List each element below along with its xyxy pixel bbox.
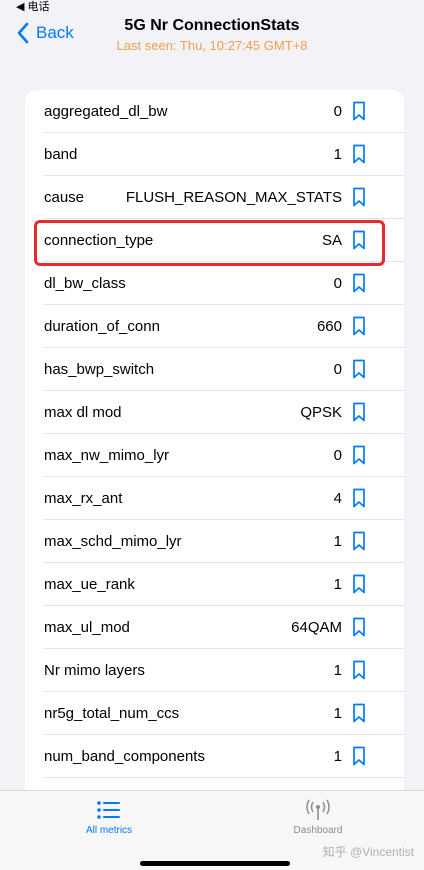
metric-value: QPSK [300, 404, 342, 421]
status-bar: ◀ 电话 [0, 0, 424, 14]
metric-value: 1 [333, 662, 342, 679]
metric-row[interactable]: num_band_components 1 [25, 735, 404, 778]
row-divider [44, 777, 404, 778]
metric-label: max dl mod [44, 404, 122, 421]
metric-row[interactable]: Nr mimo layers 1 [25, 649, 404, 692]
metric-label: connection_type [44, 232, 154, 249]
metric-label: max_nw_mimo_lyr [44, 447, 170, 464]
metric-label: duration_of_conn [44, 318, 160, 335]
metric-row[interactable]: max dl mod QPSK [25, 391, 404, 434]
metric-value: FLUSH_REASON_MAX_STATS [125, 189, 342, 206]
tab-all-metrics-label: All metrics [85, 825, 133, 836]
metric-value: 0 [333, 361, 342, 378]
metric-row[interactable]: duration_of_conn 660 [25, 305, 404, 348]
bookmark-icon[interactable] [352, 273, 366, 293]
bookmark-icon[interactable] [352, 746, 366, 766]
tab-dashboard[interactable]: Dashboard [263, 799, 373, 836]
bookmark-icon[interactable] [352, 187, 366, 207]
metric-row[interactable]: nr5g_total_num_ccs 1 [25, 692, 404, 735]
bookmark-icon[interactable] [352, 402, 366, 422]
metric-label: Nr mimo layers [44, 662, 145, 679]
bookmark-icon[interactable] [352, 660, 366, 680]
metric-row[interactable]: band 1 [25, 133, 404, 176]
metric-row[interactable]: max_rx_ant 4 [25, 477, 404, 520]
metric-label: num_band_components [44, 748, 205, 765]
metric-value: 660 [316, 318, 342, 335]
metric-label: max_schd_mimo_lyr [44, 533, 182, 550]
bookmark-icon[interactable] [352, 617, 366, 637]
home-indicator [140, 861, 290, 866]
bookmark-icon[interactable] [352, 359, 366, 379]
antenna-icon [306, 799, 330, 820]
bookmark-icon[interactable] [352, 488, 366, 508]
metric-value: 1 [333, 705, 342, 722]
page-title: 5G Nr ConnectionStats [124, 17, 300, 34]
watermark: 知乎 @Vincentist [322, 845, 414, 859]
metric-row[interactable]: max_schd_mimo_lyr 1 [25, 520, 404, 563]
metric-value: SA [321, 232, 342, 249]
tab-all-metrics[interactable]: All metrics [54, 799, 164, 836]
metric-row[interactable]: max_nw_mimo_lyr 0 [25, 434, 404, 477]
metric-row[interactable]: dl_bw_class 0 [25, 262, 404, 305]
list-icon [97, 801, 120, 819]
navigation-bar: Back 5G Nr ConnectionStats Last seen: Th… [0, 14, 424, 62]
metric-label: cause [44, 189, 85, 206]
metric-label: dl_bw_class [44, 275, 126, 292]
metric-value: 1 [333, 748, 342, 765]
metric-value: 4 [333, 490, 342, 507]
bookmark-icon[interactable] [352, 703, 366, 723]
metric-row[interactable]: aggregated_dl_bw 0 [25, 90, 404, 133]
bookmark-icon[interactable] [352, 574, 366, 594]
metric-label: band [44, 146, 78, 163]
metric-row[interactable]: connection_type SA [25, 219, 404, 262]
bookmark-icon[interactable] [352, 230, 366, 250]
bookmark-icon[interactable] [352, 531, 366, 551]
metric-value: 1 [333, 576, 342, 593]
tab-bar: All metrics Dashboard 知乎 @Vincentist [0, 790, 424, 870]
metric-row[interactable]: has_bwp_switch 0 [25, 348, 404, 391]
bookmark-icon[interactable] [352, 144, 366, 164]
metric-label: nr5g_total_num_ccs [44, 705, 180, 722]
last-seen-subtitle: Last seen: Thu, 10:27:45 GMT+8 [116, 38, 308, 53]
metric-value: 0 [333, 275, 342, 292]
tab-dashboard-label: Dashboard [293, 825, 343, 836]
metrics-list: aggregated_dl_bw 0 band 1 cause FLUSH_REASON_… [25, 90, 404, 800]
metric-label: max_ul_mod [44, 619, 130, 636]
metric-value: 1 [333, 533, 342, 550]
metric-label: max_ue_rank [44, 576, 135, 593]
metric-label: aggregated_dl_bw [44, 103, 168, 120]
metric-label: max_rx_ant [44, 490, 123, 507]
metric-label: has_bwp_switch [44, 361, 155, 378]
metric-value: 64QAM [291, 619, 342, 636]
bookmark-icon[interactable] [352, 445, 366, 465]
metric-value: 0 [333, 447, 342, 464]
metric-row[interactable]: max_ul_mod 64QAM [25, 606, 404, 649]
return-to-app-link[interactable]: ◀ 电话 [16, 0, 50, 14]
metric-value: 1 [333, 146, 342, 163]
metric-row[interactable]: cause FLUSH_REASON_MAX_STATS [25, 176, 404, 219]
bookmark-icon[interactable] [352, 101, 366, 121]
metric-value: 0 [333, 103, 342, 120]
metric-row[interactable]: max_ue_rank 1 [25, 563, 404, 606]
bookmark-icon[interactable] [352, 316, 366, 336]
